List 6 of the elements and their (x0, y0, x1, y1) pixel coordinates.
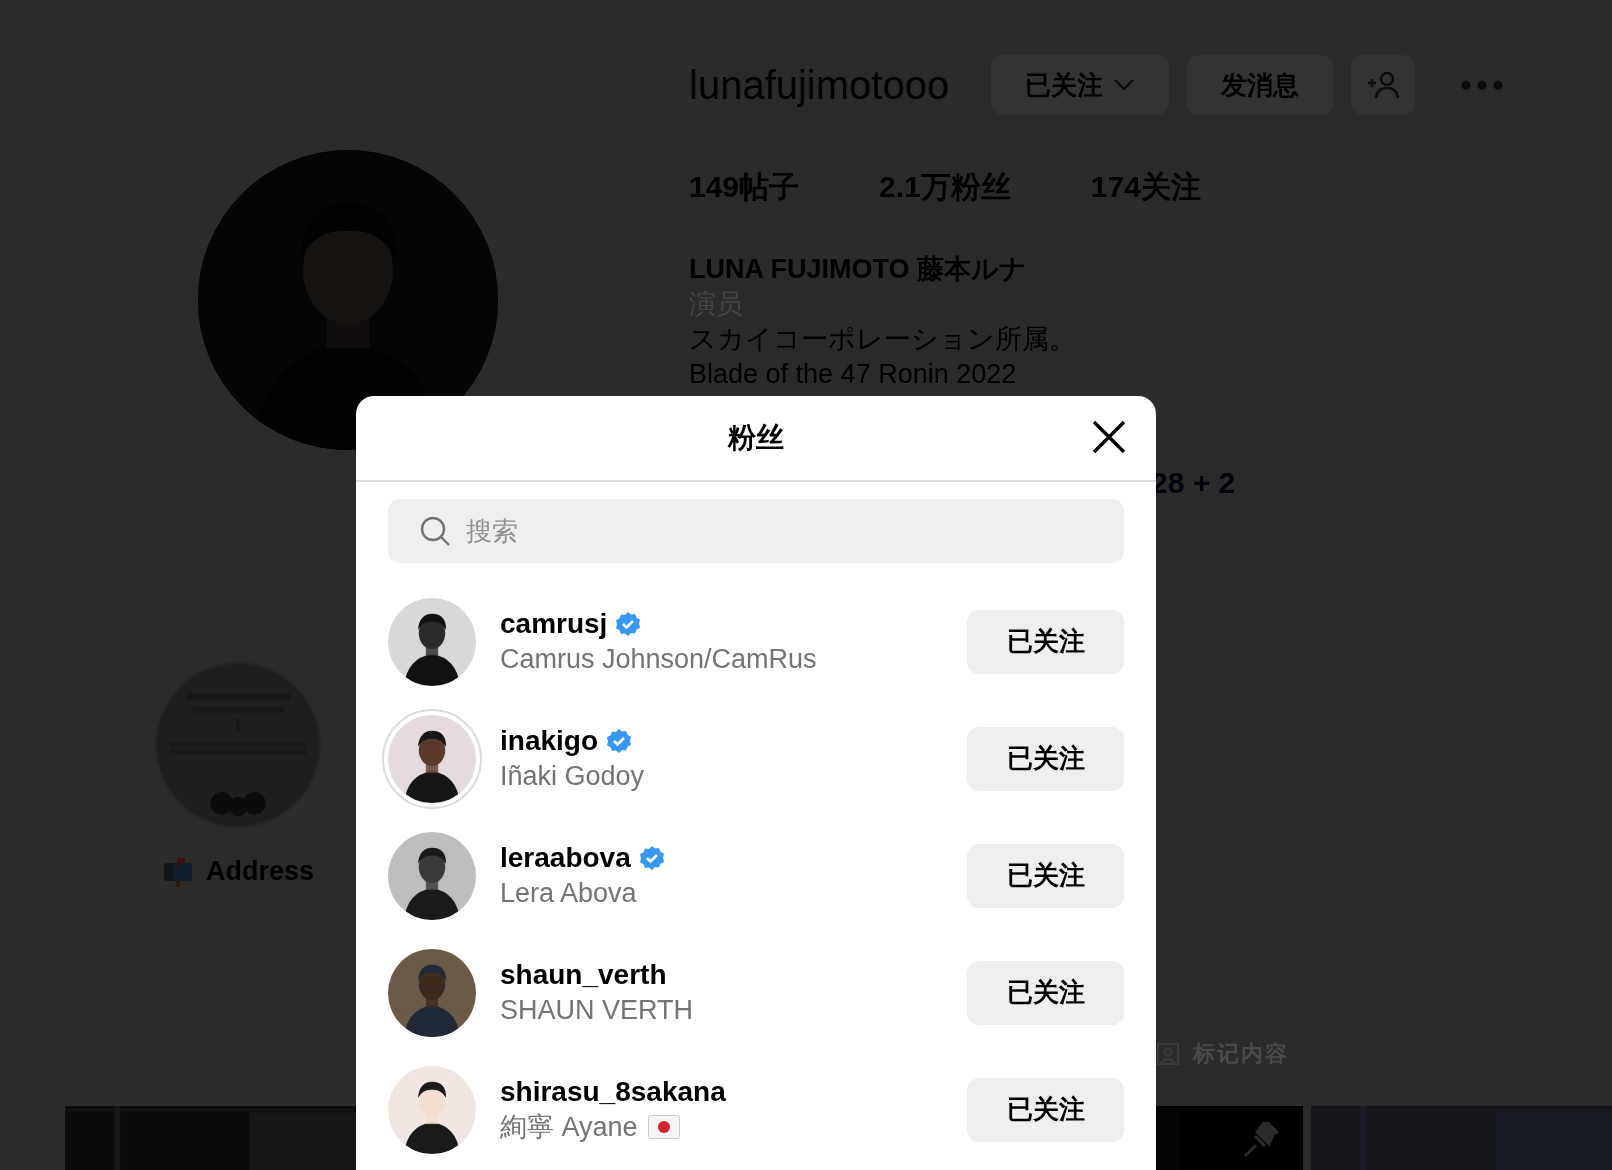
follower-name: SHAUN VERTH (500, 993, 694, 1027)
follower-name: 絢寧 Ayane (500, 1110, 638, 1144)
follower-name: Camrus Johnson/CamRus (500, 642, 817, 676)
follower-name: Lera Abova (500, 876, 637, 910)
follower-name: Iñaki Godoy (500, 759, 645, 793)
dialog-title: 粉丝 (728, 421, 784, 455)
